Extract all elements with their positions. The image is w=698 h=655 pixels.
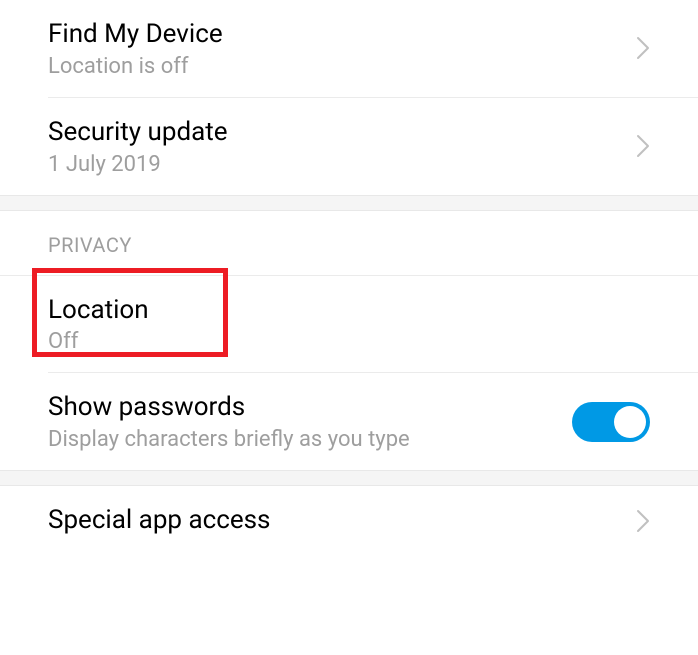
item-title: Security update [48, 116, 636, 150]
item-subtitle: Location is off [48, 54, 636, 79]
item-content: Show passwords Display characters briefl… [48, 391, 572, 452]
item-title: Find My Device [48, 18, 636, 52]
item-title: Show passwords [48, 391, 572, 425]
chevron-right-icon [636, 36, 650, 60]
show-passwords-toggle[interactable] [572, 402, 650, 442]
show-passwords-item[interactable]: Show passwords Display characters briefl… [0, 373, 698, 470]
item-content: Security update 1 July 2019 [48, 116, 636, 177]
item-subtitle: Display characters briefly as you type [48, 427, 572, 452]
chevron-right-icon [636, 134, 650, 158]
item-title: Special app access [48, 504, 636, 538]
toggle-knob [614, 406, 646, 438]
item-content: Find My Device Location is off [48, 18, 636, 79]
find-my-device-item[interactable]: Find My Device Location is off [0, 0, 698, 97]
item-content: Location Off [48, 294, 650, 355]
section-gap [0, 470, 698, 486]
section-gap [0, 195, 698, 211]
item-subtitle: Off [48, 329, 650, 354]
settings-list: Find My Device Location is off Security … [0, 0, 698, 556]
item-subtitle: 1 July 2019 [48, 152, 636, 177]
chevron-right-icon [636, 509, 650, 533]
special-app-access-item[interactable]: Special app access [0, 486, 698, 556]
item-title: Location [48, 294, 650, 328]
privacy-section-header: PRIVACY [0, 211, 698, 275]
item-content: Special app access [48, 504, 636, 538]
security-update-item[interactable]: Security update 1 July 2019 [0, 98, 698, 195]
location-item[interactable]: Location Off [0, 276, 698, 373]
